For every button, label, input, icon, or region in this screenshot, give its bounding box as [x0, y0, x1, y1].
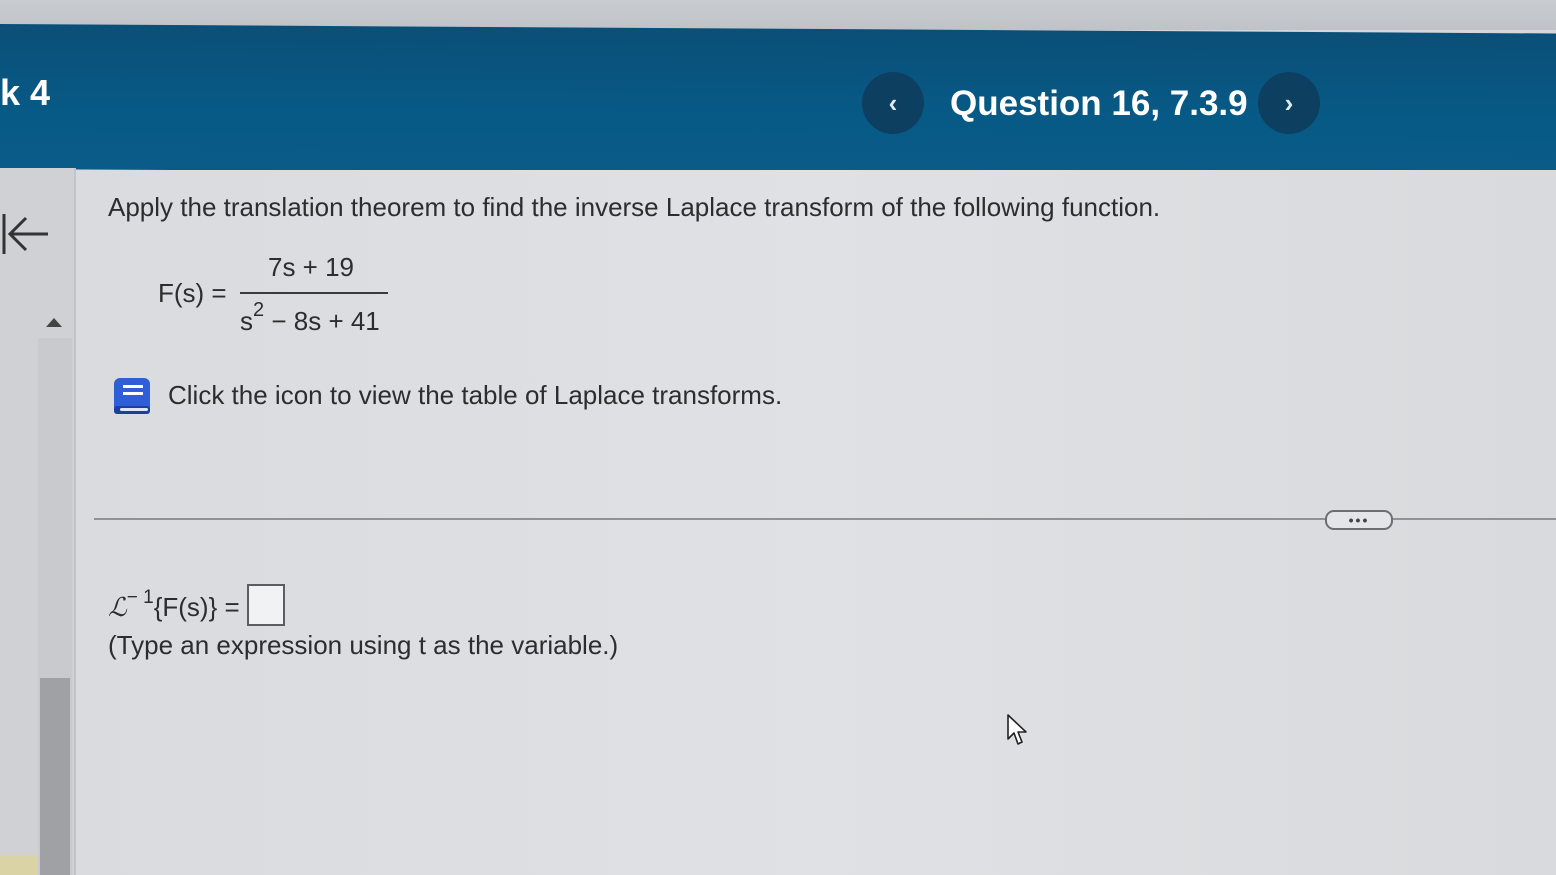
fraction-denominator: s2 − 8s + 41 — [240, 299, 380, 337]
assignment-title: k 4 — [0, 72, 51, 113]
laplace-table-book-icon — [114, 378, 150, 414]
fraction-bar — [240, 292, 388, 294]
denominator-rest: − 8s + 41 — [264, 306, 380, 336]
chevron-left-icon: ‹ — [888, 87, 898, 118]
previous-question-button[interactable]: ‹ — [862, 72, 924, 134]
laplace-operator: ℒ — [108, 592, 127, 623]
answer-hint: (Type an expression using t as the varia… — [108, 630, 619, 660]
answer-expression: {F(s)} = — [153, 591, 240, 622]
function-lhs: F(s) = — [158, 278, 227, 308]
scrollbar-thumb[interactable] — [40, 678, 70, 875]
answer-input[interactable] — [246, 584, 285, 626]
book-icon[interactable] — [110, 374, 154, 418]
next-question-button[interactable]: › — [1258, 72, 1320, 134]
mouse-pointer-icon — [1007, 714, 1027, 745]
scroll-up-arrow[interactable] — [46, 318, 62, 327]
collapse-left-icon — [2, 214, 48, 254]
chevron-right-icon: › — [1284, 87, 1294, 118]
corner-highlight — [0, 855, 38, 875]
answer-row: ℒ− 1{F(s)} = — [108, 584, 285, 630]
question-label: Question 16, 7.3.9 — [950, 84, 1248, 123]
denominator-exponent: 2 — [253, 299, 265, 321]
collapse-panel-button[interactable] — [0, 208, 54, 258]
header-bar — [0, 24, 1556, 179]
fraction-numerator: 7s + 19 — [268, 252, 355, 282]
problem-instruction: Apply the translation theorem to find th… — [108, 192, 1161, 222]
more-options-button[interactable]: ••• — [1325, 510, 1393, 530]
laplace-table-link-text[interactable]: Click the icon to view the table of Lapl… — [168, 380, 782, 411]
denominator-base: s — [240, 306, 253, 336]
inverse-exponent: − 1 — [126, 586, 154, 608]
